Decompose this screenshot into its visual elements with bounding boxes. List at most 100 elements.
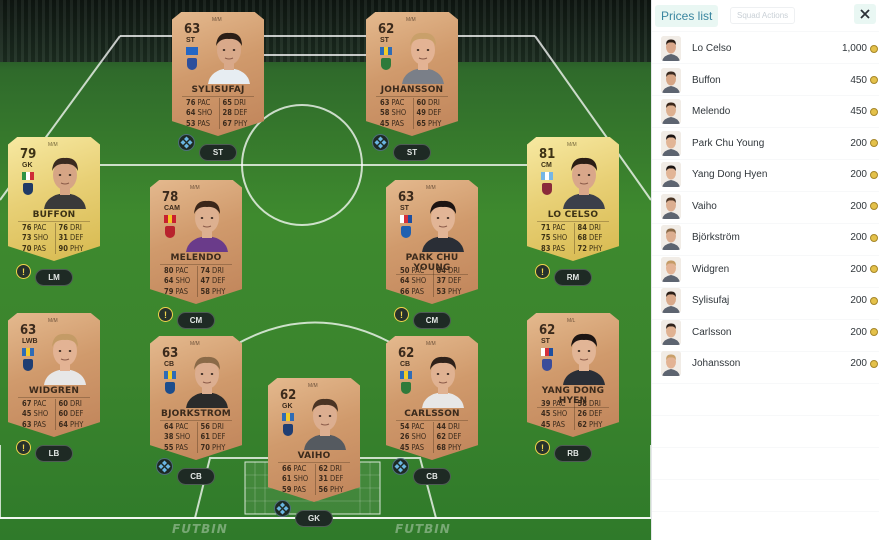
warning-icon[interactable]: !: [158, 307, 173, 322]
price-list-item[interactable]: Melendo 450: [652, 96, 879, 127]
price-list-item[interactable]: Lo Celso 1,000: [652, 33, 879, 64]
price-list-item[interactable]: Johansson 200: [652, 348, 879, 379]
nation-flag-icon: [380, 47, 392, 55]
price-list-item[interactable]: Björkström 200: [652, 222, 879, 253]
warning-icon[interactable]: !: [535, 440, 550, 455]
card-stats: 54 PAC 26 SHO 45 PAS 44 DRI 62 DEF 68 PHY: [400, 422, 466, 453]
chemistry-icon[interactable]: [274, 500, 291, 517]
position-badge[interactable]: CB: [413, 468, 451, 485]
player-photo: [208, 32, 250, 84]
position-badge[interactable]: RB: [554, 445, 592, 462]
chemistry-diamonds-icon: [374, 136, 387, 149]
stat-value: 75: [541, 233, 551, 243]
coin-icon: [870, 359, 878, 368]
stat-row: 60 DRI: [417, 98, 447, 108]
chemistry-icon[interactable]: [156, 458, 173, 475]
stat-label: PAC: [197, 98, 211, 107]
chem-style: M/M: [48, 142, 58, 148]
player-name: Vaiho: [692, 200, 717, 212]
chem-style: M/M: [308, 383, 318, 389]
position-badge[interactable]: CM: [177, 312, 215, 329]
coin-icon: [870, 139, 878, 147]
price-list-item[interactable]: Carlsson 200: [652, 317, 879, 348]
chemistry-icon[interactable]: [372, 134, 389, 151]
price-list-item[interactable]: Buffon 450: [652, 65, 879, 96]
player-price: 200: [850, 200, 867, 212]
card-stats: 67 PAC 45 SHO 63 PAS 60 DRI 60 DEF 64 PHY: [22, 399, 88, 430]
price-list-item[interactable]: Yang Dong Hyen 200: [652, 159, 879, 190]
warning-icon[interactable]: !: [16, 440, 31, 455]
position-badge[interactable]: LB: [35, 445, 73, 462]
card-rating: 63: [184, 22, 201, 37]
price-list-item[interactable]: Sylisufaj 200: [652, 285, 879, 316]
club-crest-icon: [542, 359, 552, 371]
chemistry-icon[interactable]: [392, 458, 409, 475]
stat-label: PAS: [293, 484, 307, 494]
player-card-parkchuyoung[interactable]: M/M 63 ST PARK CHU YOUNG 50 PAC 64 SHO 66 …: [386, 180, 478, 304]
stat-row: 84 DRI: [578, 223, 608, 233]
player-name: Sylisufaj: [692, 295, 730, 306]
price-list-item[interactable]: Vaiho 200: [652, 191, 879, 222]
player-card-locelso[interactable]: M/M 81 CM LO CELSO 71 PAC 75 SHO 83 PAS 84…: [527, 137, 619, 261]
player-name: Buffon: [692, 74, 721, 86]
player-card-widgren[interactable]: M/M 63 LWB WIDGREN 67 PAC 45 SHO 63 PAS 60…: [8, 313, 100, 437]
stat-row: 61 DEF: [201, 432, 231, 442]
price-list-item[interactable]: Park Chu Young 200: [652, 128, 879, 159]
player-card-bjorkstrom[interactable]: M/M 63 CB BJORKSTROM 64 PAC 38 SHO 55 PAS …: [150, 336, 242, 460]
position-badge[interactable]: CM: [413, 312, 451, 329]
position-badge[interactable]: RM: [554, 269, 592, 286]
warning-icon[interactable]: !: [394, 307, 409, 322]
stat-row: 68 DEF: [578, 233, 608, 243]
player-card-johansson[interactable]: M/M 62 ST JOHANSSON 63 PAC 58 SHO 45 PAS 6…: [366, 12, 458, 136]
stat-label: DEF: [448, 432, 462, 442]
stat-row: 26 SHO: [400, 432, 430, 442]
position-badge[interactable]: ST: [199, 144, 237, 161]
futbin-watermark: FUTBIN: [395, 522, 451, 536]
stat-value: 84: [577, 223, 587, 232]
stat-value: 49: [416, 108, 426, 118]
player-photo: [304, 398, 346, 450]
position-badge[interactable]: LM: [35, 269, 73, 286]
player-card-vaiho[interactable]: M/M 62 GK VAIHO 66 PAC 61 SHO 59 PAS 62 DR…: [268, 378, 360, 502]
stat-label: PHY: [448, 286, 462, 296]
position-badge[interactable]: CB: [177, 468, 215, 485]
position-badge[interactable]: ST: [393, 144, 431, 161]
player-photo: [563, 157, 605, 209]
stat-label: DEF: [212, 432, 226, 442]
squad-actions-tab[interactable]: Squad Actions: [730, 7, 796, 24]
stat-value: 45: [22, 409, 32, 419]
close-button[interactable]: [854, 4, 876, 24]
position-badge[interactable]: GK: [295, 510, 333, 527]
player-card-buffon[interactable]: M/M 79 GK BUFFON 76 PAC 73 SHO 70 PAS 76 D…: [8, 137, 100, 261]
player-card-melendo[interactable]: M/M 78 CAM MELENDO 80 PAC 64 SHO 79 PAS 74…: [150, 180, 242, 304]
card-rating: 63: [20, 323, 37, 338]
card-position: ST: [541, 338, 550, 345]
stat-row: 62 DRI: [319, 464, 349, 474]
club-crest-icon: [283, 424, 293, 436]
stat-row: 64 DRI: [437, 266, 467, 276]
player-card-sylisufaj[interactable]: M/M 63 ST SYLISUFAJ 76 PAC 64 SHO 53 PAS 6…: [172, 12, 264, 136]
card-stats: 66 PAC 61 SHO 59 PAS 62 DRI 31 DEF 56 PHY: [282, 464, 348, 495]
price-list-item[interactable]: Widgren 200: [652, 254, 879, 285]
player-avatar-image: [661, 130, 681, 156]
stat-label: PAS: [175, 442, 189, 452]
player-card-yangdonghyen[interactable]: M/L 62 ST YANG DONG HYEN 39 PAC 45 SHO 45 …: [527, 313, 619, 437]
player-avatar-image: [661, 319, 681, 345]
stat-row: 76 PAC: [22, 223, 52, 233]
stat-value: 31: [318, 474, 328, 484]
stat-value: 47: [200, 276, 210, 286]
stat-value: 60: [58, 409, 68, 419]
card-position: GK: [282, 403, 293, 410]
player-card-carlsson[interactable]: M/M 62 CB CARLSSON 54 PAC 26 SHO 45 PAS 44…: [386, 336, 478, 460]
warning-icon[interactable]: !: [16, 264, 31, 279]
player-avatar: [661, 319, 681, 345]
chemistry-icon[interactable]: [178, 134, 195, 151]
chemistry-diamonds-icon: [394, 460, 407, 473]
stat-label: DRI: [428, 98, 440, 107]
warning-icon[interactable]: !: [535, 264, 550, 279]
stat-label: PAS: [197, 118, 211, 128]
stat-label: PAC: [411, 266, 425, 275]
player-photo: [563, 333, 605, 385]
player-avatar: [661, 162, 681, 187]
stat-row: 31 DEF: [59, 233, 89, 243]
